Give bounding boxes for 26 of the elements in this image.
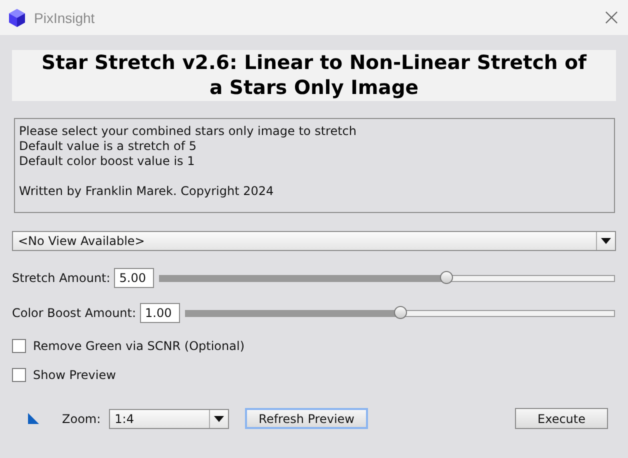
- view-dropdown[interactable]: <No View Available>: [12, 231, 616, 251]
- window-title: PixInsight: [34, 10, 96, 26]
- close-icon[interactable]: [605, 11, 618, 24]
- checkbox[interactable]: [12, 339, 26, 353]
- zoom-dropdown[interactable]: 1:4: [108, 408, 229, 428]
- caret-icon: [601, 238, 611, 244]
- triangle-icon[interactable]: [28, 413, 39, 424]
- dialog-heading: Star Stretch v2.6: Linear to Non-Linear Stretch of a Stars Only Image: [12, 50, 616, 101]
- slider-thumb[interactable]: [440, 270, 454, 284]
- value-field[interactable]: 1.00: [140, 303, 180, 323]
- info-text: Default value is a stretch of 5: [19, 139, 198, 154]
- checkbox[interactable]: [12, 368, 26, 382]
- info-text: Default color boost value is 1: [19, 154, 196, 169]
- slider-label: Color Boost Amount:: [12, 306, 136, 320]
- credit-text: Written by Franklin Marek. Copyright 2024: [19, 184, 275, 199]
- value-field[interactable]: 5.00: [114, 268, 154, 288]
- execute-button[interactable]: Execute: [515, 408, 608, 429]
- slider-label: Stretch Amount:: [12, 271, 110, 285]
- checkbox-label[interactable]: Remove Green via SCNR (Optional): [33, 339, 244, 353]
- caret-icon: [214, 416, 224, 422]
- checkbox-label[interactable]: Show Preview: [33, 368, 116, 382]
- info-text: Please select your combined stars only image to stretch: [19, 124, 358, 139]
- slider-thumb[interactable]: [394, 306, 408, 318]
- cube-logo-icon: [8, 8, 26, 28]
- zoom-label: Zoom:: [62, 412, 101, 426]
- refresh-button[interactable]: Refresh Preview: [244, 408, 368, 429]
